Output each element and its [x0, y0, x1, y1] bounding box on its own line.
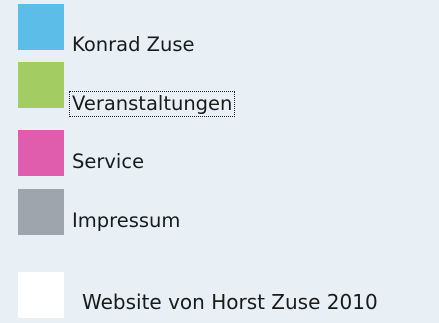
color-swatch-gray: [18, 189, 64, 235]
color-swatch-pink: [18, 130, 64, 176]
nav-item-impressum[interactable]: Impressum: [18, 189, 418, 235]
color-swatch-white: [18, 272, 64, 318]
navigation-menu: Konrad Zuse Veranstaltungen Service Impr…: [0, 0, 439, 323]
nav-item-label: Service: [72, 150, 145, 173]
color-swatch-blue: [18, 4, 64, 50]
nav-item-label: Veranstaltungen: [68, 91, 236, 117]
color-swatch-green: [18, 62, 64, 108]
footer-credit: Website von Horst Zuse 2010: [18, 272, 433, 320]
nav-item-label: Impressum: [72, 209, 181, 232]
footer-text: Website von Horst Zuse 2010: [82, 290, 378, 314]
nav-item-konrad-zuse[interactable]: Konrad Zuse: [18, 4, 418, 54]
nav-item-veranstaltungen[interactable]: Veranstaltungen: [18, 62, 418, 117]
nav-item-label: Konrad Zuse: [72, 33, 195, 56]
nav-item-service[interactable]: Service: [18, 130, 418, 176]
